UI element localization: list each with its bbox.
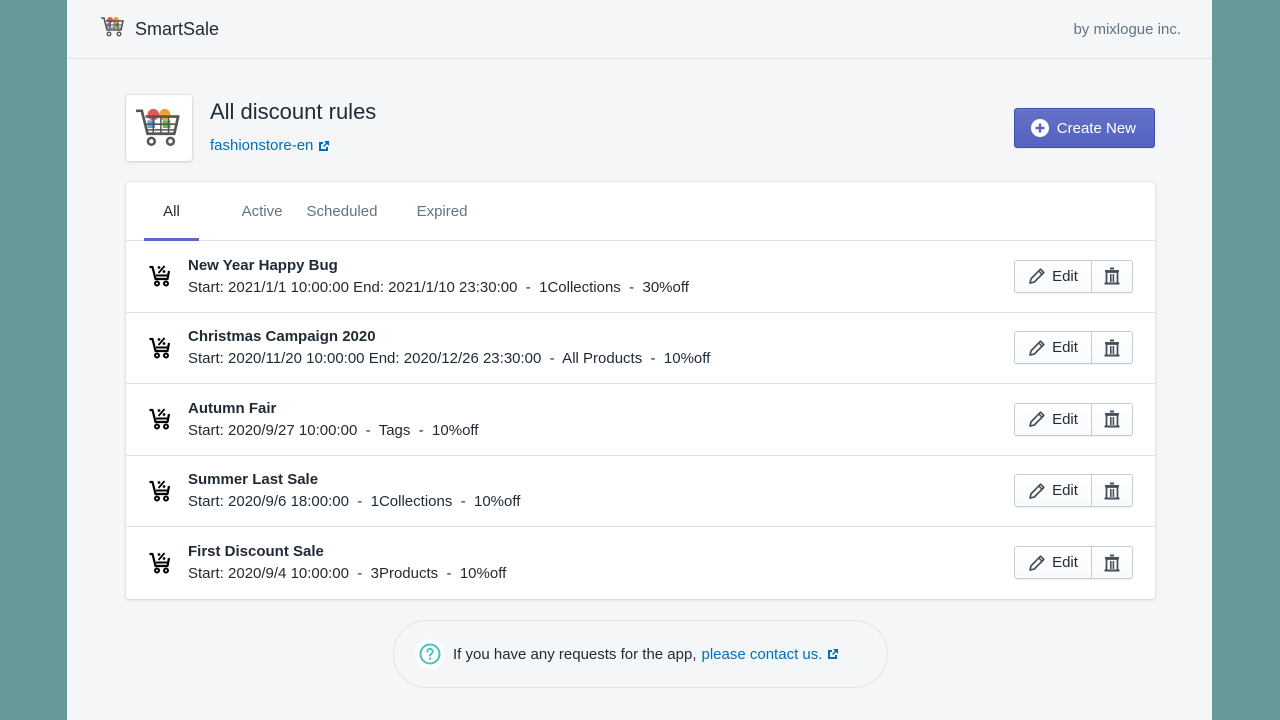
rule-detail: Start: 2020/9/6 18:00:00 - 1Collections … [188, 493, 521, 511]
store-link[interactable]: fashionstore-en [210, 137, 330, 154]
trash-icon [1104, 554, 1120, 572]
page-header: All discount rules fashionstore-en Creat… [126, 95, 1155, 161]
pencil-icon [1029, 555, 1045, 571]
create-new-button[interactable]: Create New [1013, 108, 1155, 148]
discount-cart-icon [146, 262, 174, 290]
edit-label: Edit [1052, 339, 1078, 357]
edit-button[interactable]: Edit [1014, 474, 1092, 508]
trash-icon [1104, 339, 1120, 357]
top-bar: SmartSale by mixlogue inc. [67, 0, 1212, 59]
rule-name: Christmas Campaign 2020 [188, 328, 376, 346]
pencil-icon [1029, 340, 1045, 356]
rule-name: Summer Last Sale [188, 471, 319, 489]
help-banner: If you have any requests for the app, pl… [393, 620, 888, 688]
delete-button[interactable] [1092, 259, 1133, 293]
edit-label: Edit [1052, 267, 1078, 285]
app-window: SmartSale by mixlogue inc. All discount … [67, 0, 1212, 720]
pencil-icon [1029, 268, 1045, 285]
create-new-label: Create New [1056, 119, 1136, 137]
row-actions: Edit [1014, 474, 1133, 508]
row-actions: Edit [1014, 259, 1133, 293]
rule-name: First Discount Sale [188, 543, 324, 561]
shopping-cart-icon [136, 108, 180, 147]
tab-all[interactable]: All [144, 182, 199, 241]
shopping-cart-icon [100, 16, 126, 43]
rule-row: First Discount Sale Start: 2020/9/4 10:0… [126, 527, 1155, 599]
external-link-icon [828, 649, 839, 659]
row-actions: Edit [1014, 331, 1133, 365]
delete-button[interactable] [1092, 546, 1133, 580]
help-text: If you have any requests for the app, [453, 645, 697, 663]
question-circle-icon [415, 639, 445, 669]
rule-detail: Start: 2020/9/4 10:00:00 - 3Products - 1… [188, 565, 507, 583]
discount-cart-icon [146, 549, 174, 577]
edit-button[interactable]: Edit [1014, 259, 1092, 293]
contact-link-label: please contact us. [701, 645, 823, 663]
edit-label: Edit [1052, 410, 1078, 428]
edit-label: Edit [1052, 482, 1078, 500]
app-thumbnail [126, 95, 192, 161]
rules-card: All Active Scheduled Expired New Year Ha… [126, 182, 1155, 599]
discount-cart-icon [146, 405, 174, 433]
rule-list: New Year Happy Bug Start: 2021/1/1 10:00… [126, 241, 1155, 599]
filter-tabs: All Active Scheduled Expired [126, 182, 1155, 241]
delete-button[interactable] [1092, 402, 1133, 436]
brand: SmartSale [100, 16, 219, 43]
brand-name: SmartSale [135, 18, 220, 39]
edit-button[interactable]: Edit [1014, 402, 1092, 436]
tab-expired[interactable]: Expired [402, 182, 482, 240]
store-link-label: fashionstore-en [210, 137, 314, 154]
vendor-label: by mixlogue inc. [1073, 20, 1181, 38]
rule-name: New Year Happy Bug [188, 256, 338, 274]
edit-button[interactable]: Edit [1014, 331, 1092, 365]
discount-cart-icon [146, 477, 174, 505]
row-actions: Edit [1014, 402, 1133, 436]
external-link-icon [319, 140, 330, 151]
tab-active[interactable]: Active [222, 182, 302, 240]
rule-detail: Start: 2020/11/20 10:00:00 End: 2020/12/… [188, 350, 711, 368]
rule-row: Christmas Campaign 2020 Start: 2020/11/2… [126, 313, 1155, 384]
trash-icon [1104, 482, 1120, 500]
rule-detail: Start: 2020/9/27 10:00:00 - Tags - 10%of… [188, 421, 479, 439]
edit-button[interactable]: Edit [1014, 546, 1092, 580]
row-actions: Edit [1014, 546, 1133, 580]
delete-button[interactable] [1092, 331, 1133, 365]
edit-label: Edit [1052, 554, 1078, 572]
trash-icon [1104, 410, 1120, 428]
rule-row: Summer Last Sale Start: 2020/9/6 18:00:0… [126, 456, 1155, 527]
trash-icon [1104, 267, 1120, 285]
discount-cart-icon [146, 334, 174, 362]
rule-detail: Start: 2021/1/1 10:00:00 End: 2021/1/10 … [188, 278, 689, 296]
rule-row: New Year Happy Bug Start: 2021/1/1 10:00… [126, 241, 1155, 313]
contact-link[interactable]: please contact us. [702, 646, 840, 663]
pencil-icon [1029, 483, 1045, 499]
tab-scheduled[interactable]: Scheduled [302, 182, 382, 240]
rule-name: Autumn Fair [188, 399, 277, 417]
pencil-icon [1029, 411, 1045, 428]
plus-circle-icon [1030, 119, 1049, 137]
page-title: All discount rules [210, 99, 377, 124]
rule-row: Autumn Fair Start: 2020/9/27 10:00:00 - … [126, 384, 1155, 456]
delete-button[interactable] [1092, 474, 1133, 508]
